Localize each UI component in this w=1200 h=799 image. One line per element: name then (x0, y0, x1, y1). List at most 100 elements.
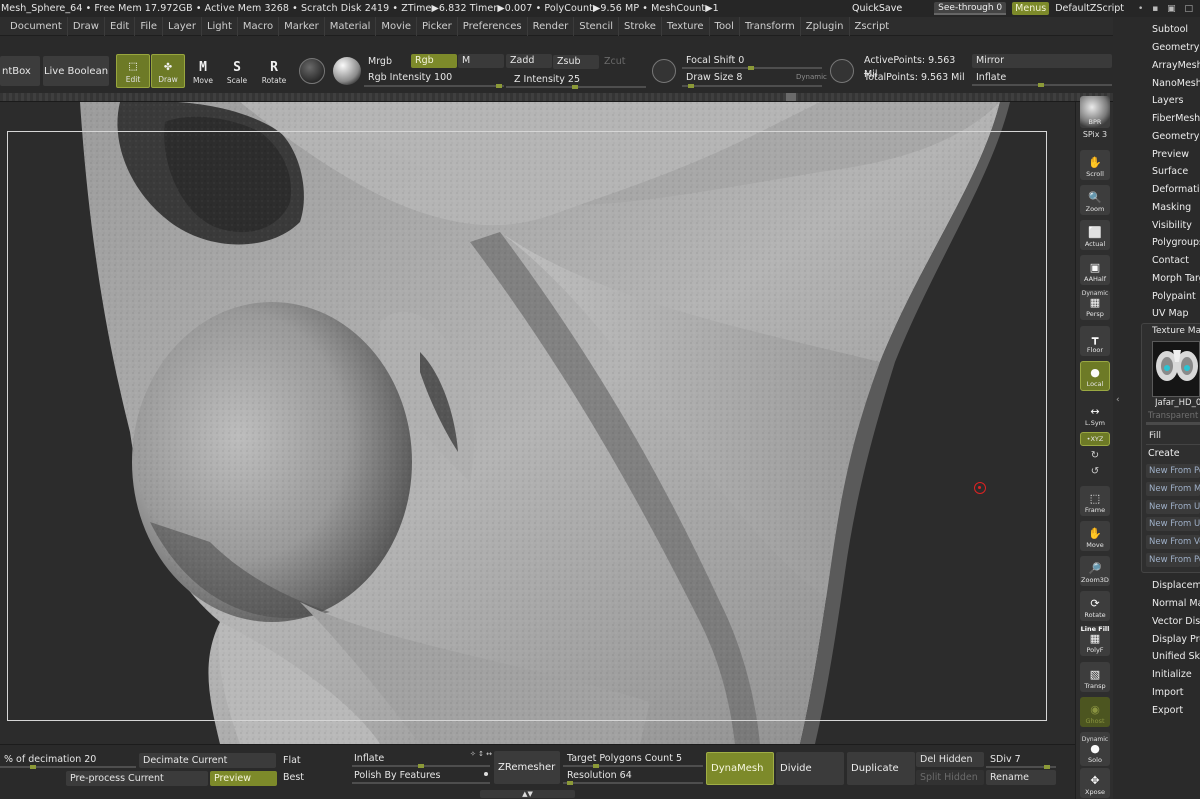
menu-file[interactable]: File (134, 16, 162, 36)
xyz-button[interactable]: •XYZ (1080, 432, 1110, 446)
menu-tool[interactable]: Tool (708, 16, 739, 36)
zoom-button[interactable]: 🔍 Zoom (1080, 185, 1110, 215)
texture-thumbnail[interactable] (1152, 341, 1200, 397)
palette-surface[interactable]: Surface (1152, 166, 1200, 177)
local-button[interactable]: ● Local (1080, 361, 1110, 391)
menu-transform[interactable]: Transform (738, 16, 800, 36)
new-from-uv-map-button[interactable]: New From U (1146, 500, 1200, 514)
menu-document[interactable]: Document (0, 17, 67, 36)
zsub-toggle[interactable]: Zsub (553, 55, 599, 69)
transparent-slider[interactable] (1146, 422, 1200, 425)
palette-layers[interactable]: Layers (1152, 95, 1200, 106)
live-boolean-button[interactable]: Live Boolean (43, 56, 109, 86)
z-intensity-track[interactable] (506, 85, 646, 89)
polish-by-features-slider[interactable]: Polish By Features (350, 768, 490, 783)
brush-settings-icon[interactable] (830, 59, 854, 83)
palette-vector-displacement[interactable]: Vector Displ (1152, 616, 1200, 627)
palette-morph-target[interactable]: Morph Targ (1152, 273, 1200, 284)
create-subpalette[interactable]: Create (1148, 448, 1200, 459)
menu-material[interactable]: Material (323, 16, 376, 36)
lsym-button[interactable]: ↔ L.Sym (1080, 399, 1110, 429)
preprocess-current-button[interactable]: Pre-process Current (66, 771, 208, 786)
bottom-shelf-grip-icon[interactable]: ▲▼ (480, 790, 575, 798)
menu-light[interactable]: Light (200, 16, 237, 36)
aahalf-button[interactable]: ▣ AAHalf (1080, 255, 1110, 285)
palette-normal-map[interactable]: Normal Map (1152, 598, 1200, 609)
decimate-current-button[interactable]: Decimate Current (139, 753, 276, 768)
palette-displacement[interactable]: Displaceme (1152, 580, 1200, 591)
flat-toggle[interactable]: Flat (279, 753, 339, 768)
menu-edit[interactable]: Edit (103, 16, 134, 36)
palette-import[interactable]: Import (1152, 687, 1200, 698)
palette-arraymesh[interactable]: ArrayMesh (1152, 60, 1200, 71)
palette-deformation[interactable]: Deformatio (1152, 184, 1200, 195)
window-controls-icon[interactable]: • ▪ ▣ □ (1138, 4, 1196, 14)
menu-macro[interactable]: Macro (236, 16, 278, 36)
palette-initialize[interactable]: Initialize (1152, 669, 1200, 680)
menu-stroke[interactable]: Stroke (618, 16, 661, 36)
menu-picker[interactable]: Picker (415, 16, 457, 36)
split-hidden-button[interactable]: Split Hidden (916, 770, 984, 785)
palette-subtool[interactable]: Subtool (1152, 24, 1200, 35)
persp-button[interactable]: Dynamic ▦ Persp (1080, 290, 1110, 320)
palette-geometry-hd[interactable]: Geometry H (1152, 131, 1200, 142)
default-zscript-button[interactable]: DefaultZScript (1055, 3, 1124, 14)
palette-fibermesh[interactable]: FiberMesh (1152, 113, 1200, 124)
edit-mode-button[interactable]: ⬚ Edit (116, 54, 150, 88)
mirror-button[interactable]: Mirror (972, 54, 1112, 68)
inflate-bottom-track[interactable] (352, 764, 490, 768)
scroll-button[interactable]: ✋ Scroll (1080, 150, 1110, 180)
rotate-mode-button[interactable]: R Rotate (257, 54, 291, 88)
zremesher-button[interactable]: ZRemesher (494, 751, 560, 784)
best-toggle[interactable]: Best (279, 770, 339, 785)
menu-preferences[interactable]: Preferences (456, 16, 527, 36)
rotate-z-icon[interactable]: ↺ (1089, 466, 1101, 478)
polyf-button[interactable]: Line Fill ▦ PolyF (1080, 625, 1110, 656)
decimation-slider[interactable]: % of decimation 20 (0, 752, 136, 767)
resolution-track[interactable] (563, 781, 703, 785)
palette-display-properties[interactable]: Display Prop (1152, 634, 1200, 645)
stroke-icon[interactable] (652, 59, 676, 83)
palette-texture-map[interactable]: Texture Ma (1152, 326, 1200, 336)
palette-export[interactable]: Export (1152, 705, 1200, 716)
actual-button[interactable]: ⬜ Actual (1080, 220, 1110, 250)
resolution-slider[interactable]: Resolution 64 (563, 768, 703, 783)
rename-button[interactable]: Rename (986, 770, 1056, 785)
zadd-toggle[interactable]: Zadd (506, 54, 552, 68)
menu-marker[interactable]: Marker (278, 16, 324, 36)
transp-button[interactable]: ▧ Transp (1080, 662, 1110, 692)
del-hidden-button[interactable]: Del Hidden (916, 752, 984, 767)
menu-texture[interactable]: Texture (660, 16, 709, 36)
inflate-track[interactable] (972, 83, 1112, 87)
ghost-button[interactable]: ◉ Ghost (1080, 697, 1110, 727)
z-intensity-slider[interactable]: Z Intensity 25 (510, 73, 646, 87)
transparent-toggle[interactable]: Transparent (1148, 411, 1200, 421)
dynamic-toggle[interactable]: Dynamic (792, 70, 832, 84)
m-toggle[interactable]: M (458, 54, 504, 68)
palette-visibility[interactable]: Visibility (1152, 220, 1200, 231)
draw-size-track[interactable] (682, 84, 822, 88)
menu-draw[interactable]: Draw (66, 16, 104, 36)
quicksave-button[interactable]: QuickSave (852, 3, 902, 14)
spix-slider[interactable]: SPix 3 (1080, 130, 1110, 139)
shelf-scroll-bar[interactable] (0, 93, 1140, 101)
solo-button[interactable]: Dynamic ● Solo (1080, 732, 1110, 766)
menu-zplugin[interactable]: Zplugin (799, 16, 849, 36)
palette-contact[interactable]: Contact (1152, 255, 1200, 266)
zoom3d-button[interactable]: 🔎 Zoom3D (1080, 556, 1110, 586)
new-from-vertex-order-button[interactable]: New From Ve (1146, 535, 1200, 549)
rotate-y-icon[interactable]: ↻ (1089, 450, 1101, 462)
palette-preview[interactable]: Preview (1152, 149, 1200, 160)
new-from-masking-button[interactable]: New From M (1146, 482, 1200, 496)
menus-toggle-button[interactable]: Menus (1012, 2, 1050, 15)
lightbox-button[interactable]: ntBox (0, 56, 40, 86)
preview-toggle[interactable]: Preview (210, 771, 277, 786)
viewport-canvas[interactable] (0, 102, 1075, 744)
move-mode-button[interactable]: M Move (186, 54, 220, 88)
zcut-toggle[interactable]: Zcut (600, 55, 646, 69)
brush-alpha-icon[interactable] (299, 58, 325, 84)
divide-button[interactable]: Divide (776, 752, 844, 785)
panel-collapse-icon[interactable]: ‹ (1116, 395, 1122, 415)
sdiv-track[interactable] (986, 765, 1056, 769)
draw-mode-button[interactable]: ✤ Draw (151, 54, 185, 88)
